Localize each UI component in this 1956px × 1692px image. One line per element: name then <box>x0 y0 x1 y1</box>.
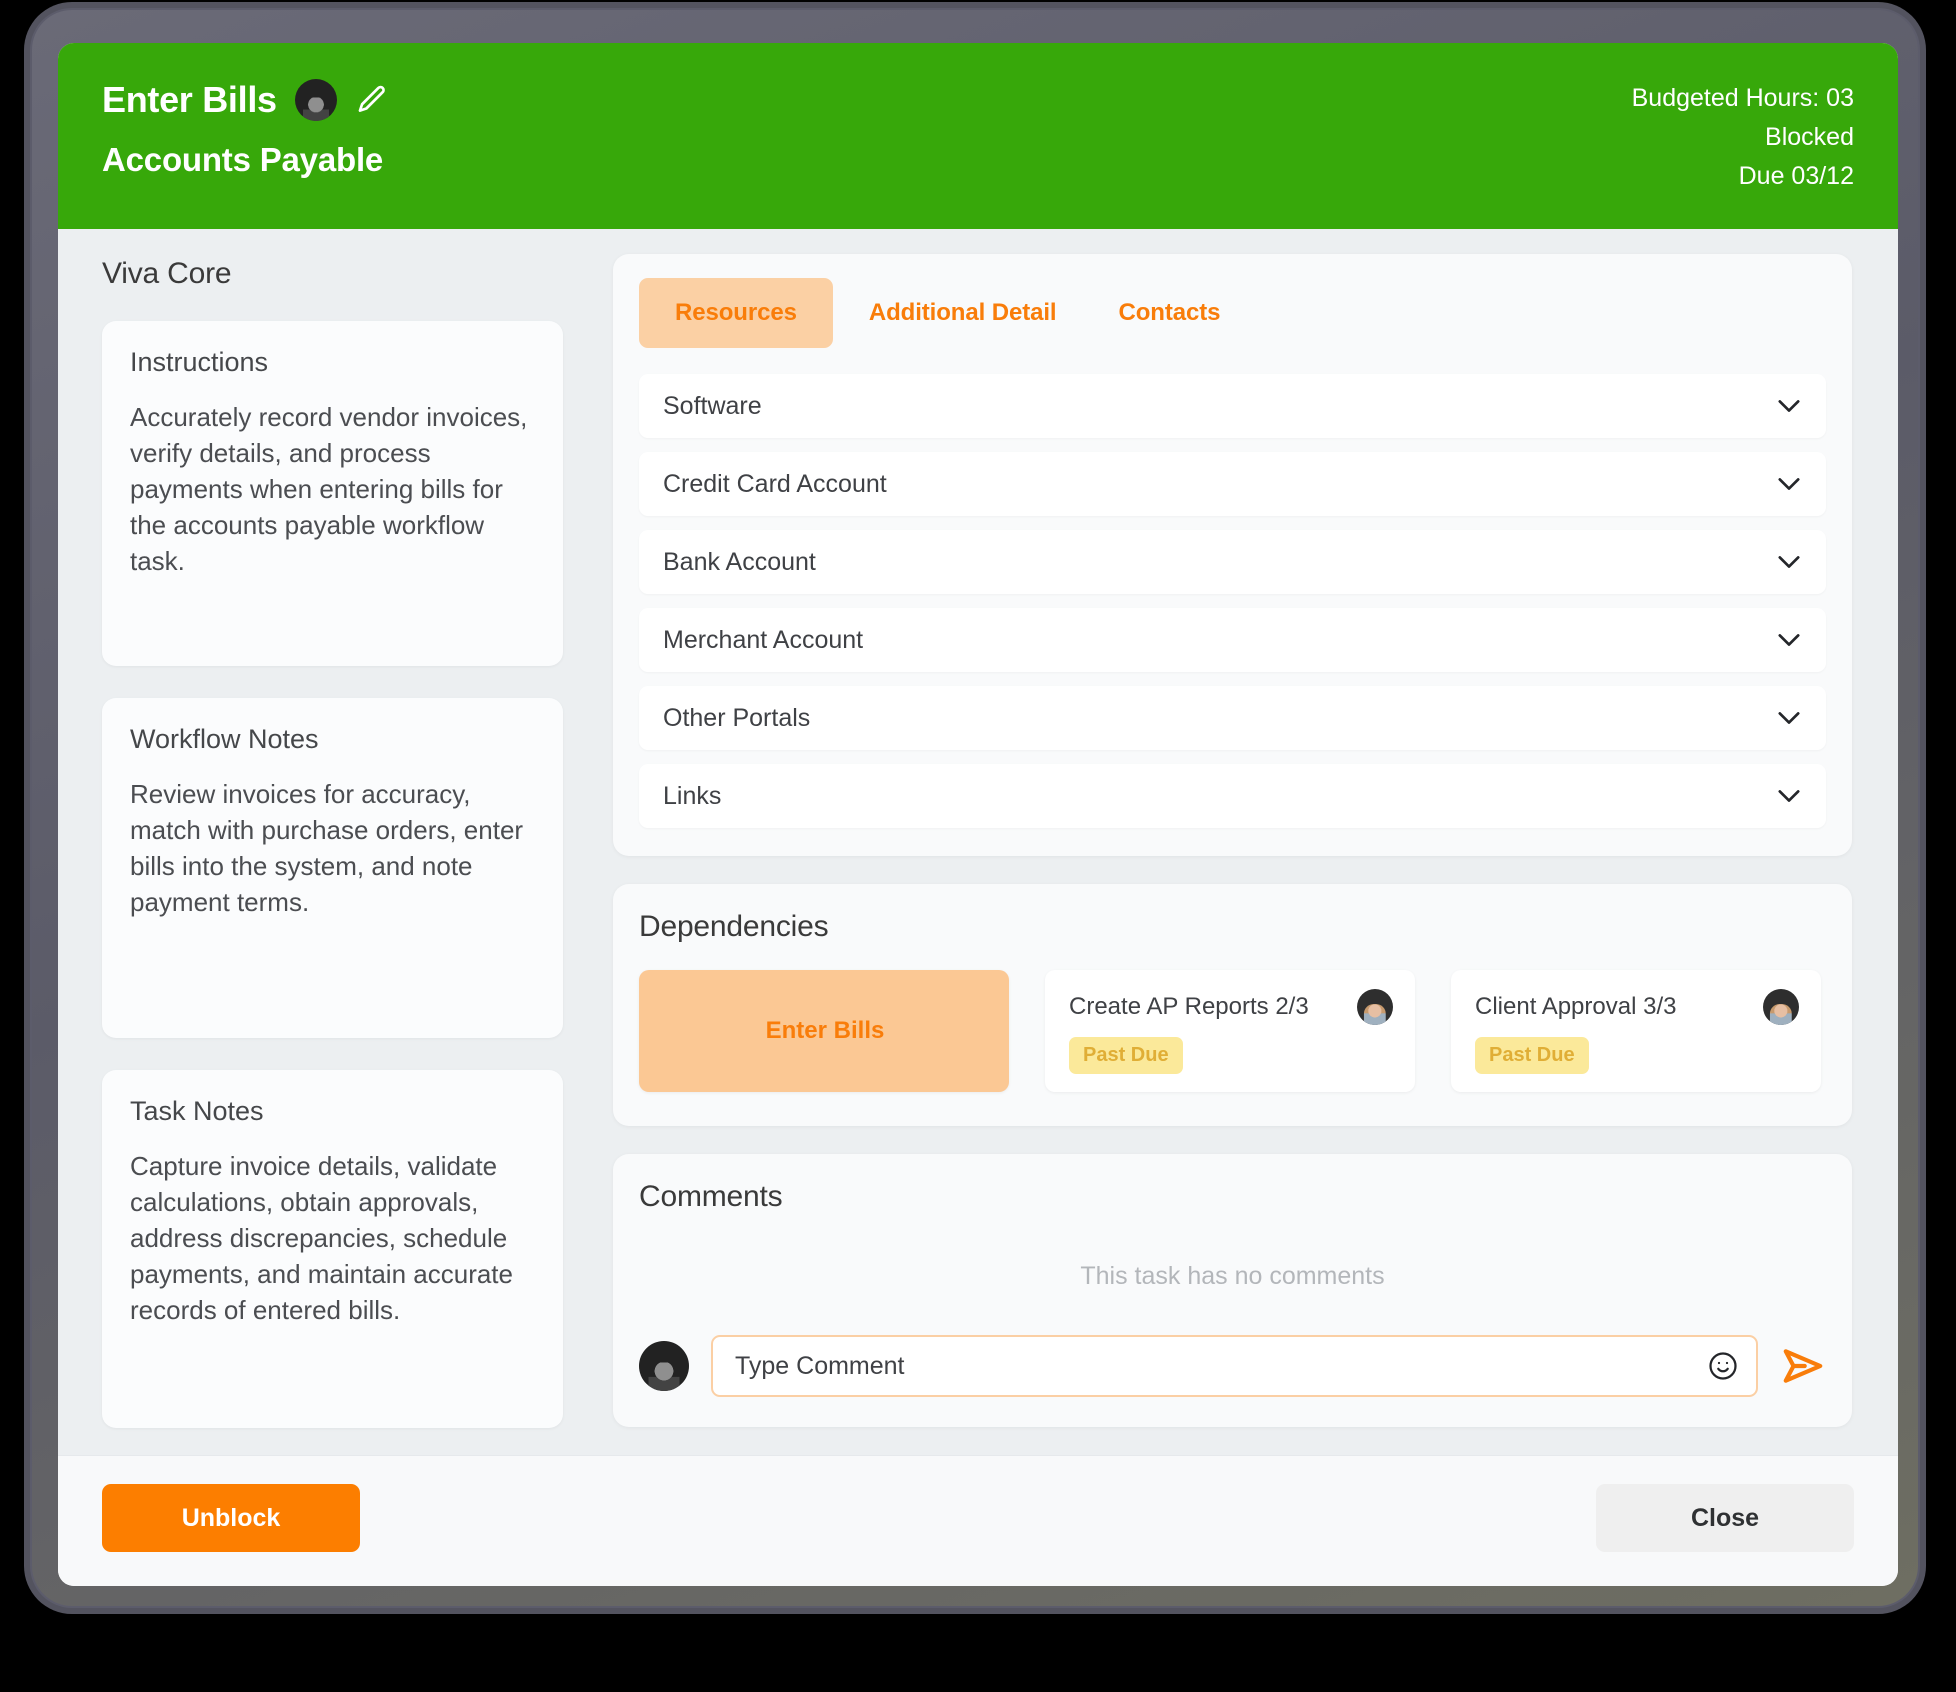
tab-bar: Resources Additional Detail Contacts <box>639 278 1826 349</box>
pencil-icon[interactable] <box>355 83 389 117</box>
user-avatar[interactable] <box>1357 988 1393 1025</box>
due-date: Due 03/12 <box>1738 161 1854 190</box>
header-title-row: Enter Bills <box>102 79 389 121</box>
resources-panel: Resources Additional Detail Contacts Sof… <box>613 254 1852 857</box>
tab-resources[interactable]: Resources <box>639 278 833 349</box>
dependencies-title: Dependencies <box>639 910 829 944</box>
workflow-notes-title: Workflow Notes <box>130 724 319 755</box>
status-text: Blocked <box>1765 122 1854 151</box>
chevron-down-icon <box>1778 790 1800 803</box>
dependency-card[interactable]: Client Approval 3/3 Past Due <box>1451 970 1821 1093</box>
dependencies-list: Enter Bills Create AP Reports 2/3 Past D… <box>639 970 1826 1093</box>
user-avatar[interactable] <box>1763 988 1799 1025</box>
dependency-head: Create AP Reports 2/3 <box>1069 988 1393 1025</box>
chevron-down-icon <box>1778 634 1800 647</box>
modal-footer: Unblock Close <box>58 1455 1898 1586</box>
dependency-current-label: Enter Bills <box>765 1017 885 1045</box>
chevron-down-icon <box>1778 712 1800 725</box>
instructions-card: Instructions Accurately record vendor in… <box>102 321 563 667</box>
budgeted-hours: Budgeted Hours: 03 <box>1631 84 1854 112</box>
dependency-card[interactable]: Create AP Reports 2/3 Past Due <box>1045 970 1415 1093</box>
instructions-body: Accurately record vendor invoices, verif… <box>130 402 528 576</box>
accordion-row-credit-card-account[interactable]: Credit Card Account <box>639 452 1826 517</box>
assignee-avatar[interactable] <box>294 79 337 121</box>
comment-input-wrapper[interactable] <box>711 1335 1758 1398</box>
workflow-notes-body: Review invoices for accuracy, match with… <box>130 779 524 917</box>
page-title: Enter Bills <box>102 79 277 120</box>
accordion-row-bank-account[interactable]: Bank Account <box>639 530 1826 595</box>
accordion-label: Credit Card Account <box>663 469 887 498</box>
tab-additional-detail[interactable]: Additional Detail <box>843 278 1083 348</box>
accordion-row-merchant-account[interactable]: Merchant Account <box>639 608 1826 673</box>
task-notes-title: Task Notes <box>130 1096 264 1127</box>
instructions-title: Instructions <box>130 347 269 378</box>
page-subtitle: Accounts Payable <box>102 141 384 178</box>
chevron-down-icon <box>1778 478 1800 491</box>
send-icon[interactable] <box>1780 1347 1826 1385</box>
accordion-label: Software <box>663 391 762 420</box>
status-badge: Past Due <box>1475 1036 1589 1074</box>
modal-header: Enter Bills Accounts Payable Budgeted Ho… <box>58 43 1898 230</box>
dependency-card-current[interactable]: Enter Bills <box>639 970 1009 1093</box>
comment-input[interactable] <box>735 1351 1696 1381</box>
accordion-label: Bank Account <box>663 547 816 576</box>
main-column: Resources Additional Detail Contacts Sof… <box>603 229 1898 1455</box>
task-notes-card: Task Notes Capture invoice details, vali… <box>102 1070 563 1429</box>
chevron-down-icon <box>1778 556 1800 569</box>
status-badge: Past Due <box>1069 1036 1183 1074</box>
task-detail-modal: Enter Bills Accounts Payable Budgeted Ho… <box>58 43 1898 1586</box>
current-user-avatar <box>639 1341 689 1392</box>
dependencies-panel: Dependencies Enter Bills Create AP Repor… <box>613 884 1852 1127</box>
comments-title: Comments <box>639 1180 783 1214</box>
task-notes-body: Capture invoice details, validate calcul… <box>130 1151 513 1325</box>
accordion-label: Links <box>663 781 722 810</box>
dependency-name: Create AP Reports 2/3 <box>1069 992 1309 1020</box>
comments-empty-state: This task has no comments <box>1080 1262 1385 1291</box>
accordion-row-other-portals[interactable]: Other Portals <box>639 686 1826 751</box>
workflow-notes-card: Workflow Notes Review invoices for accur… <box>102 698 563 1039</box>
sidebar-title: Viva Core <box>102 257 232 291</box>
modal-body: Viva Core Instructions Accurately record… <box>58 229 1898 1455</box>
accordion-label: Other Portals <box>663 703 811 732</box>
unblock-button[interactable]: Unblock <box>102 1484 360 1552</box>
comment-composer <box>639 1335 1826 1398</box>
sidebar: Viva Core Instructions Accurately record… <box>58 229 603 1455</box>
comments-panel: Comments This task has no comments <box>613 1154 1852 1428</box>
header-meta: Budgeted Hours: 03 Blocked Due 03/12 <box>1632 79 1854 195</box>
dependency-head: Client Approval 3/3 <box>1475 988 1799 1025</box>
device-bezel: Enter Bills Accounts Payable Budgeted Ho… <box>30 8 1920 1608</box>
tab-contacts[interactable]: Contacts <box>1092 278 1246 348</box>
smiley-icon[interactable] <box>1708 1351 1738 1381</box>
accordion-label: Merchant Account <box>663 625 864 654</box>
close-button[interactable]: Close <box>1596 1484 1854 1552</box>
chevron-down-icon <box>1778 400 1800 413</box>
accordion-row-software[interactable]: Software <box>639 374 1826 439</box>
header-left: Enter Bills Accounts Payable <box>102 79 389 176</box>
dependency-name: Client Approval 3/3 <box>1475 992 1677 1020</box>
accordion-row-links[interactable]: Links <box>639 764 1826 829</box>
